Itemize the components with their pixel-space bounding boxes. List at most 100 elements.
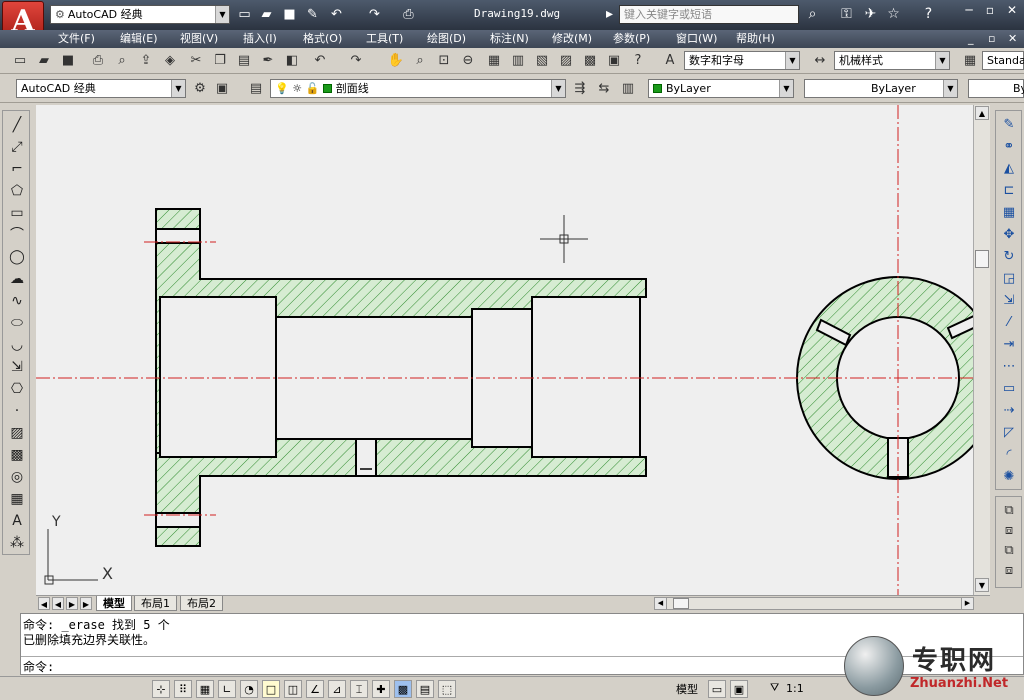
ortho-icon[interactable]: ∟: [218, 680, 236, 698]
dynamic-input-icon[interactable]: ⌶: [350, 680, 368, 698]
print-icon[interactable]: ⎙: [400, 6, 417, 23]
scroll-right-icon[interactable]: ▶: [961, 598, 973, 609]
save-as-icon[interactable]: ✎: [304, 6, 321, 23]
restore-button[interactable]: ▫: [981, 3, 999, 17]
scroll-left-icon[interactable]: ◀: [655, 598, 667, 609]
break-at-point-icon[interactable]: ⋯: [998, 357, 1020, 377]
text-style-icon[interactable]: A: [660, 51, 680, 71]
block-editor-icon[interactable]: ◧: [282, 51, 302, 71]
menu-draw[interactable]: 绘图(D): [427, 31, 466, 47]
close-button[interactable]: ✕: [1003, 3, 1021, 17]
ellipse-icon[interactable]: ⬭: [6, 313, 28, 333]
send-to-back-icon[interactable]: ⧈: [998, 521, 1020, 541]
redo-icon[interactable]: ↷: [346, 51, 366, 71]
menu-dimension[interactable]: 标注(N): [490, 31, 529, 47]
vertical-scrollbar[interactable]: ▲ ▼: [973, 105, 990, 595]
trim-icon[interactable]: ⁄: [998, 313, 1020, 333]
multiline-text-icon[interactable]: A: [6, 511, 28, 531]
calculator-icon[interactable]: ▣: [604, 51, 624, 71]
scroll-thumb[interactable]: [975, 250, 989, 268]
polyline-icon[interactable]: ⌐: [6, 159, 28, 179]
lineweight-toggle-icon[interactable]: ✚: [372, 680, 390, 698]
binoculars-icon[interactable]: ⌕: [804, 6, 821, 23]
dynamic-ucs-icon[interactable]: ⊿: [328, 680, 346, 698]
make-block-icon[interactable]: ⎔: [6, 379, 28, 399]
scale-icon[interactable]: ◲: [998, 269, 1020, 289]
cut-icon[interactable]: ✂: [186, 51, 206, 71]
rectangle-icon[interactable]: ▭: [6, 203, 28, 223]
gradient-icon[interactable]: ▩: [6, 445, 28, 465]
point-icon[interactable]: ·: [6, 401, 28, 421]
polar-tracking-icon[interactable]: ◔: [240, 680, 258, 698]
hscroll-thumb[interactable]: [673, 598, 689, 609]
favorites-star-icon[interactable]: ☆: [885, 6, 902, 23]
tab-layout2[interactable]: 布局2: [180, 596, 223, 611]
lineweight-dropdown[interactable]: By: [968, 79, 1024, 98]
linetype-dropdown[interactable]: ByLayer ▼: [804, 79, 958, 98]
zoom-window-icon[interactable]: ⊡: [434, 51, 454, 71]
save-icon[interactable]: ■: [58, 51, 78, 71]
minimize-button[interactable]: ─: [960, 3, 978, 17]
key-icon[interactable]: ⚿: [838, 6, 855, 23]
menu-view[interactable]: 视图(V): [180, 31, 218, 47]
menu-insert[interactable]: 插入(I): [243, 31, 277, 47]
stretch-icon[interactable]: ⇲: [998, 291, 1020, 311]
bring-to-front-icon[interactable]: ⧉: [998, 501, 1020, 521]
design-center-icon[interactable]: ▥: [508, 51, 528, 71]
new-file-icon[interactable]: ▭: [236, 6, 253, 23]
plot-icon[interactable]: ⎙: [88, 51, 108, 71]
zoom-realtime-icon[interactable]: ⌕: [410, 51, 430, 71]
search-input[interactable]: 键入关键字或短语: [619, 5, 799, 24]
text-style-dropdown[interactable]: 数字和字母 ▼: [684, 51, 800, 70]
send-under-icon[interactable]: ⧈: [998, 561, 1020, 581]
3d-dwf-icon[interactable]: ◈: [160, 51, 180, 71]
dim-style-icon[interactable]: ↔: [810, 51, 830, 71]
doc-minimize-button[interactable]: _: [968, 31, 974, 47]
tab-model[interactable]: 模型: [96, 596, 132, 611]
side-hole[interactable]: [355, 438, 377, 477]
join-icon[interactable]: ⇢: [998, 401, 1020, 421]
table-style-icon[interactable]: ▦: [960, 51, 980, 71]
table-icon[interactable]: ▦: [6, 489, 28, 509]
menu-edit[interactable]: 编辑(E): [120, 31, 158, 47]
layer-properties-icon[interactable]: ▤: [246, 79, 266, 99]
quick-view-drawings-icon[interactable]: ▣: [730, 680, 748, 698]
workspace-settings-icon[interactable]: ⚙: [190, 79, 210, 99]
flange-slot-top[interactable]: [155, 228, 201, 244]
help-icon[interactable]: ?: [628, 51, 648, 71]
help-icon[interactable]: ?: [920, 6, 937, 23]
undo-icon[interactable]: ↶: [328, 6, 345, 23]
bore-large-left[interactable]: [159, 296, 277, 458]
bore-large-right[interactable]: [531, 296, 641, 458]
communication-icon[interactable]: ✈: [862, 6, 879, 23]
menu-modify[interactable]: 修改(M): [552, 31, 592, 47]
explode-icon[interactable]: ✺: [998, 467, 1020, 487]
move-icon[interactable]: ✥: [998, 225, 1020, 245]
revision-cloud-icon[interactable]: ☁: [6, 269, 28, 289]
quick-view-layouts-icon[interactable]: ▭: [708, 680, 726, 698]
open-folder-icon[interactable]: ▰: [258, 6, 275, 23]
layer-previous-icon[interactable]: ⇆: [594, 79, 614, 99]
snap-mode-icon[interactable]: ⠿: [174, 680, 192, 698]
menu-format[interactable]: 格式(O): [303, 31, 342, 47]
add-selected-icon[interactable]: ⁂: [6, 533, 28, 553]
selection-cycling-icon[interactable]: ⬚: [438, 680, 456, 698]
3d-osnap-icon[interactable]: ◫: [284, 680, 302, 698]
menu-help[interactable]: 帮助(H): [736, 31, 775, 47]
menu-window[interactable]: 窗口(W): [676, 31, 717, 47]
zoom-previous-icon[interactable]: ⊖: [458, 51, 478, 71]
polygon-icon[interactable]: ⬠: [6, 181, 28, 201]
extend-icon[interactable]: ⇥: [998, 335, 1020, 355]
workspace-toolbar-dropdown[interactable]: AutoCAD 经典 ▼: [16, 79, 186, 98]
pan-hand-icon[interactable]: ✋: [386, 51, 406, 71]
save-icon[interactable]: ■: [281, 6, 298, 23]
spline-icon[interactable]: ∿: [6, 291, 28, 311]
match-properties-icon[interactable]: ✒: [258, 51, 278, 71]
open-icon[interactable]: ▰: [34, 51, 54, 71]
bring-above-icon[interactable]: ⧉: [998, 541, 1020, 561]
infer-constraints-icon[interactable]: ⊹: [152, 680, 170, 698]
dim-style-dropdown[interactable]: 机械样式 ▼: [834, 51, 950, 70]
ellipse-arc-icon[interactable]: ◡: [6, 335, 28, 355]
doc-close-button[interactable]: ✕: [1008, 31, 1017, 47]
copy-object-icon[interactable]: ⚭: [998, 137, 1020, 157]
